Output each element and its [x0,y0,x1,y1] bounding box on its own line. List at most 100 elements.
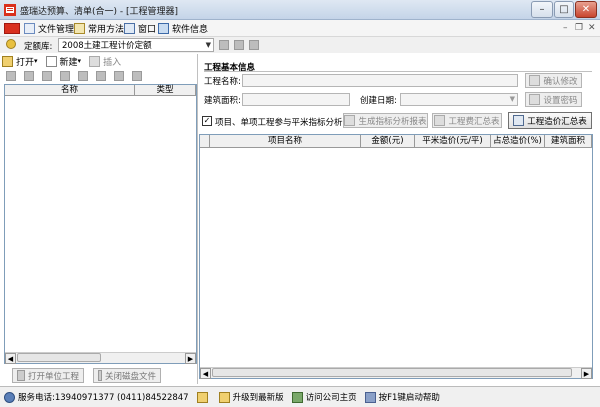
insert-menu[interactable]: 插入 [89,55,121,68]
copy-icon[interactable] [6,71,16,81]
app-logo-icon [4,4,16,16]
help-link[interactable]: 按F1键启动帮助 [364,391,440,403]
cost-summary-button[interactable]: 工程造价汇总表 [508,112,592,129]
close-doc-icon[interactable] [234,40,244,50]
left-toolbar: 打开 ▾ 新建 ▾ 插入 [2,54,196,68]
create-date-label: 创建日期: [360,96,397,106]
tree-col-name[interactable]: 名称 [5,85,135,96]
analysis-checkbox[interactable]: ✓ [202,116,212,126]
status-folder[interactable] [196,391,211,403]
menu-file-manage[interactable]: 文件管理 [24,20,74,37]
confirm-edit-button[interactable]: 确认修改 [525,73,582,88]
menu-common-methods[interactable]: 常用方法 [74,20,124,37]
scroll-left-icon[interactable]: ◀ [5,353,16,364]
grid-col-amount[interactable]: 金额(元) [361,135,415,147]
insert-icon [89,55,101,67]
upgrade-icon [218,391,230,403]
panel-splitter[interactable] [197,54,198,384]
tree-col-type[interactable]: 类型 [135,85,196,96]
paste-icon[interactable] [42,71,52,81]
scroll-thumb[interactable] [17,353,101,362]
print-icon[interactable] [78,71,88,81]
info-icon [158,23,169,34]
maximize-icon: □ [559,4,569,15]
unit-project-icon [17,370,25,381]
phone-icon [4,391,15,403]
grid-scroll-right-icon[interactable]: ▶ [581,368,592,379]
info-separator [204,71,592,72]
close-disk-file-button[interactable]: 关闭磁盘文件 [93,368,161,383]
quota-select[interactable]: 2008土建工程计价定额 ▼ [58,38,214,52]
menu-window[interactable]: 窗口 [124,20,156,37]
edit-icon-bar [4,69,196,83]
set-password-button[interactable]: 设置密码 [525,92,582,107]
confirm-icon [529,75,541,86]
cut-icon[interactable] [24,71,34,81]
chevron-down-icon: ▼ [205,41,211,49]
scroll-right-icon[interactable]: ▶ [185,353,196,364]
maximize-button[interactable]: □ [554,1,574,18]
grid-col-unit-cost[interactable]: 平米造价(元/平) [415,135,491,147]
grid-header: 项目名称 金额(元) 平米造价(元/平) 占总造价(%) 建筑面积 [210,135,592,148]
help-icon [364,391,376,403]
grid-corner [200,135,210,148]
title-bar: 盛瑞达预算、清单(合一) - [工程管理器] – □ ✕ [0,0,600,20]
grid-col-build-area[interactable]: 建筑面积 [545,135,592,147]
move-down-icon[interactable] [114,71,124,81]
upgrade-link[interactable]: 升级到最新版 [218,391,284,403]
menu-logo-icon [4,23,20,34]
window-title: 盛瑞达预算、清单(合一) - [工程管理器] [20,7,179,17]
export-icon[interactable] [132,71,142,81]
new-menu[interactable]: 新建 ▾ [45,55,81,68]
report-icon [344,115,356,126]
grid-icon[interactable] [249,40,259,50]
grid-hscrollbar[interactable]: ◀ ▶ [200,367,592,379]
disk-icon [98,370,102,381]
grid-scroll-left-icon[interactable]: ◀ [200,368,211,379]
folder-open-icon [2,55,13,67]
project-name-label: 工程名称: [204,77,241,87]
date-dropdown-icon[interactable]: ▼ [510,95,515,103]
save-icon[interactable] [219,40,229,50]
menu-bar: 文件管理 常用方法 窗口 软件信息 – ❐ ✕ [0,20,600,37]
file-manage-icon [24,23,35,34]
menu-software-info[interactable]: 软件信息 [158,20,208,37]
mdi-restore-icon[interactable]: ❐ [575,23,583,33]
grid-scroll-thumb[interactable] [212,368,572,377]
quota-icon [6,39,16,49]
summary-table-icon [513,115,525,126]
mdi-close-icon[interactable]: ✕ [588,23,596,33]
cost-grid[interactable]: 项目名称 金额(元) 平米造价(元/平) 占总造价(%) 建筑面积 ◀ ▶ [199,134,593,379]
quota-label: 定额库: [24,42,53,52]
generate-report-button[interactable]: 生成指标分析报表 [343,113,428,128]
build-area-label: 建筑面积: [204,96,241,106]
new-file-icon [45,55,57,67]
table-icon [434,115,446,126]
move-up-icon[interactable] [96,71,106,81]
close-icon: ✕ [581,4,591,15]
analysis-checkbox-label: 项目、单项工程参与平米指标分析 [215,118,343,128]
grid-col-percent[interactable]: 占总造价(%) [491,135,545,147]
project-tree[interactable]: 名称 类型 ◀ ▶ [4,84,197,364]
build-area-field[interactable] [242,93,350,106]
folder-icon [196,391,208,403]
project-name-field[interactable] [242,74,518,87]
close-button[interactable]: ✕ [575,1,597,18]
grid-col-item-name[interactable]: 项目名称 [210,135,361,147]
fee-summary-button[interactable]: 工程费汇总表 [432,113,502,128]
create-date-field[interactable]: ▼ [400,93,518,106]
delete-icon[interactable] [60,71,70,81]
home-icon [291,391,303,403]
status-bar: 服务电话:13940971377 (0411)84522847 升级到最新版 访… [0,386,600,407]
mdi-minimize-icon[interactable]: – [563,23,568,33]
quota-bar: 定额库: 2008土建工程计价定额 ▼ [0,37,600,53]
open-unit-project-button[interactable]: 打开单位工程 [12,368,84,383]
homepage-link[interactable]: 访问公司主页 [291,391,357,403]
minimize-icon: – [539,4,545,15]
open-menu[interactable]: 打开 ▾ [2,55,38,68]
password-icon [529,94,541,105]
status-phone: 服务电话:13940971377 (0411)84522847 [4,391,189,403]
window-icon [124,23,135,34]
tree-hscrollbar[interactable]: ◀ ▶ [5,352,196,364]
minimize-button[interactable]: – [531,1,553,18]
